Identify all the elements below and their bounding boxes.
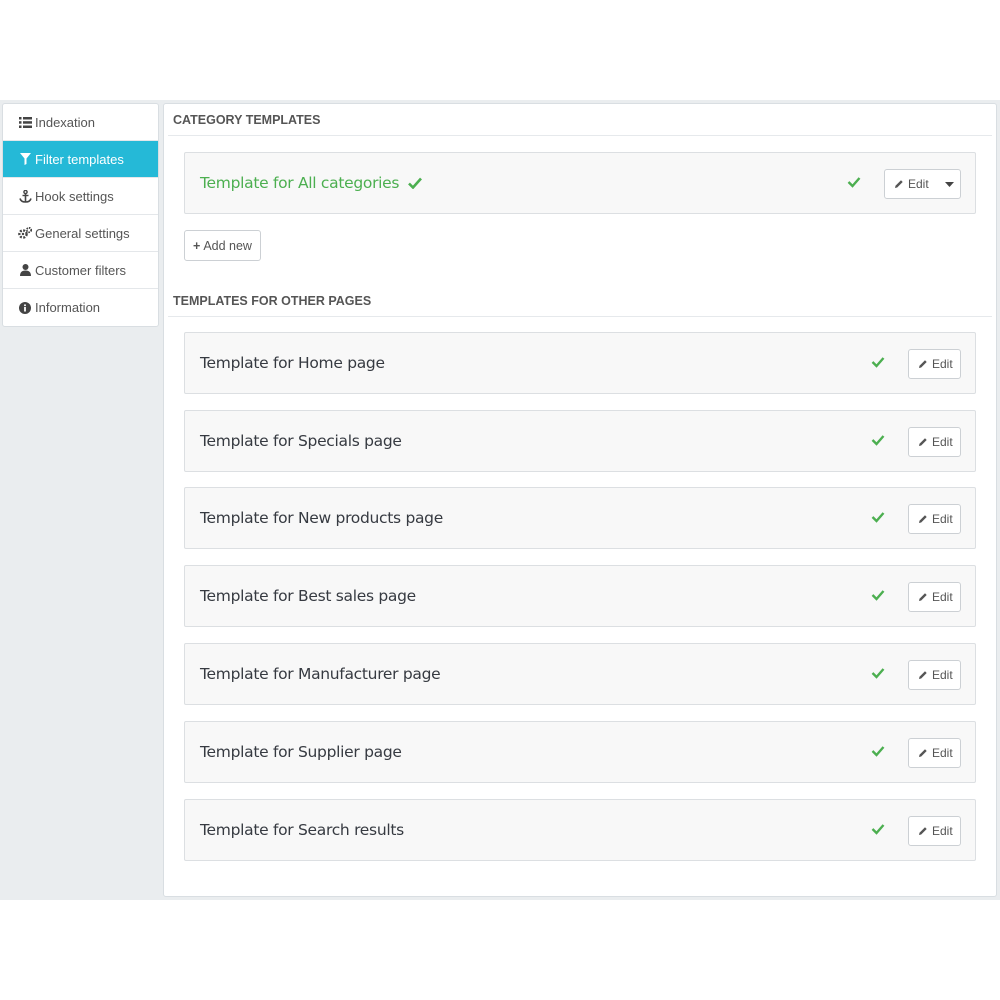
edit-label: Edit [932, 512, 953, 526]
dropdown-toggle[interactable] [937, 170, 963, 198]
template-name: Template for Specials page [200, 432, 402, 450]
templates-panel: CATEGORY TEMPLATES Template for All cate… [163, 103, 997, 897]
active-check-icon [871, 746, 885, 757]
template-name: Template for Home page [200, 354, 385, 372]
template-row-all-categories: Template for All categories Edit [184, 152, 976, 214]
template-row: Template for Specials page Edit [184, 410, 976, 472]
template-row: Template for Manufacturer page Edit [184, 643, 976, 705]
sidebar-nav: Indexation Filter templates Hook setting… [2, 103, 159, 327]
edit-label: Edit [908, 177, 929, 191]
anchor-icon [18, 189, 32, 203]
sidebar-item-label: Customer filters [35, 262, 127, 278]
template-name: Template for Manufacturer page [200, 665, 441, 683]
edit-button[interactable]: Edit [908, 660, 961, 690]
template-row: Template for New products page Edit [184, 487, 976, 549]
template-row: Template for Supplier page Edit [184, 721, 976, 783]
sidebar-item-label: Hook settings [35, 188, 114, 204]
edit-label: Edit [932, 746, 953, 760]
category-templates-heading: CATEGORY TEMPLATES [173, 113, 321, 127]
list-icon [18, 115, 32, 129]
active-check-icon [871, 590, 885, 601]
active-check-icon [847, 177, 861, 188]
active-check-icon [871, 824, 885, 835]
template-name: Template for Best sales page [200, 587, 416, 605]
edit-label: Edit [932, 357, 953, 371]
pencil-icon [918, 670, 928, 680]
user-icon [18, 263, 32, 277]
template-row: Template for Home page Edit [184, 332, 976, 394]
sidebar-item-hook-settings[interactable]: Hook settings [3, 178, 158, 215]
add-new-button[interactable]: + Add new [184, 230, 261, 261]
module-config-app: Indexation Filter templates Hook setting… [0, 100, 1000, 900]
filter-icon [18, 152, 32, 166]
edit-button[interactable]: Edit [908, 816, 961, 846]
sidebar-item-label: Indexation [35, 114, 95, 130]
edit-button[interactable]: Edit [908, 349, 961, 379]
template-name: Template for New products page [200, 509, 443, 527]
plus-icon: + [193, 238, 201, 253]
divider [168, 135, 992, 136]
edit-button[interactable]: Edit [908, 738, 961, 768]
template-name: Template for Supplier page [200, 743, 402, 761]
template-name: Template for All categories [200, 153, 422, 213]
edit-button[interactable]: Edit [908, 427, 961, 457]
edit-button[interactable]: Edit [908, 582, 961, 612]
sidebar-item-information[interactable]: Information [3, 289, 158, 326]
template-row: Template for Search results Edit [184, 799, 976, 861]
pencil-icon [918, 826, 928, 836]
pencil-icon [918, 437, 928, 447]
sidebar-item-label: Information [35, 300, 101, 315]
pencil-icon [894, 179, 904, 189]
edit-dropdown-button[interactable]: Edit [884, 169, 961, 199]
edit-label: Edit [932, 435, 953, 449]
pencil-icon [918, 359, 928, 369]
sidebar-item-indexation[interactable]: Indexation [3, 104, 158, 141]
edit-button[interactable]: Edit [908, 504, 961, 534]
edit-label: Edit [932, 668, 953, 682]
sidebar-item-customer-filters[interactable]: Customer filters [3, 252, 158, 289]
sidebar-item-label: Filter templates [35, 151, 124, 167]
check-icon [407, 177, 422, 190]
template-name: Template for Search results [200, 821, 404, 839]
active-check-icon [871, 512, 885, 523]
info-circle-icon [18, 301, 32, 315]
add-new-label: Add new [203, 238, 252, 253]
divider [168, 316, 992, 317]
active-check-icon [871, 435, 885, 446]
other-templates-heading: TEMPLATES FOR OTHER PAGES [173, 294, 372, 308]
active-check-icon [871, 668, 885, 679]
sidebar-item-label: General settings [35, 225, 130, 241]
caret-down-icon [944, 181, 954, 187]
edit-label: Edit [932, 824, 953, 838]
edit-label: Edit [932, 590, 953, 604]
active-check-icon [871, 357, 885, 368]
sidebar-item-filter-templates[interactable]: Filter templates [3, 141, 158, 178]
template-row: Template for Best sales page Edit [184, 565, 976, 627]
sidebar-item-general-settings[interactable]: General settings [3, 215, 158, 252]
pencil-icon [918, 514, 928, 524]
pencil-icon [918, 592, 928, 602]
gears-icon [18, 226, 32, 240]
pencil-icon [918, 748, 928, 758]
